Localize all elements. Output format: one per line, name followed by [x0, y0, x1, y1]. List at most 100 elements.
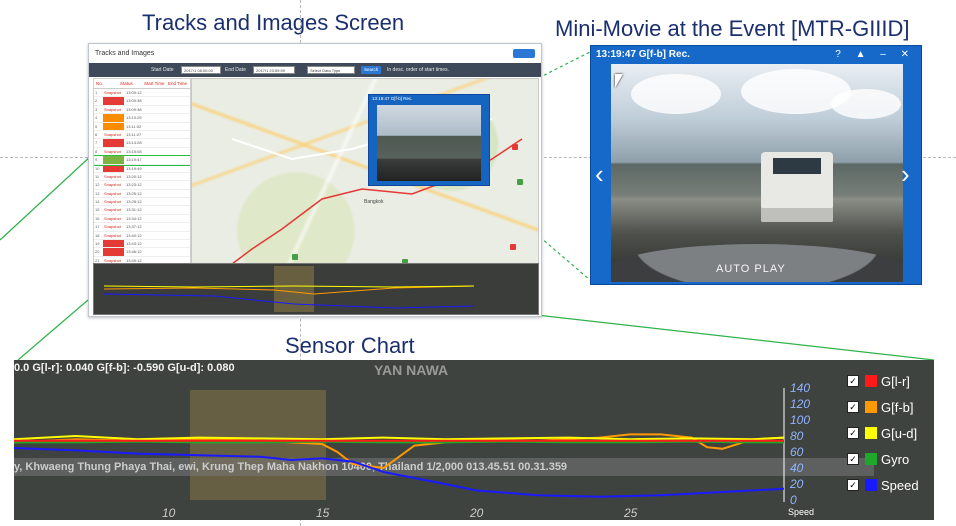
chart-legend: ✓ G[l-r] ✓ G[f-b] ✓ G[u-d] ✓ Gyro ✓ Speed: [847, 368, 932, 498]
table-row[interactable]: 10 13:19:49: [94, 164, 190, 173]
row-number: 11: [95, 173, 100, 179]
prev-arrow-icon[interactable]: ‹: [595, 161, 604, 187]
row-number: 16: [95, 215, 100, 221]
table-header-cell[interactable]: End Time: [166, 79, 190, 88]
sensor-readout: 0.0 G[l-r]: 0.040 G[f-b]: -0.590 G[u-d]:…: [14, 362, 235, 374]
mini-movie-window: 13:19:47 G[f-b] Rec. ? ▲ – ✕ ‹ › AUTO PL…: [590, 45, 922, 285]
x-tick-label: 15: [316, 506, 330, 520]
mini-sensor-chart[interactable]: [93, 263, 539, 315]
row-number: 4: [95, 115, 98, 121]
row-number: 17: [95, 224, 100, 230]
row-number: 6: [95, 131, 98, 137]
legend-label: Gyro: [881, 451, 910, 467]
window-title: Tracks and Images: [95, 50, 155, 57]
sensor-chart[interactable]: YAN NAWA y, Khwaeng Thung Phaya Thai, ew…: [14, 360, 934, 520]
row-status: Snapshot: [103, 206, 124, 214]
table-row[interactable]: 16 Snapshot 13:34:12: [94, 214, 190, 224]
row-status: Snapshot: [103, 198, 124, 206]
truck-window: [773, 158, 821, 174]
y-tick-label: 120: [790, 397, 811, 411]
legend-swatch: [865, 427, 877, 439]
legend-item[interactable]: ✓ G[u-d]: [847, 420, 932, 446]
table-row[interactable]: 1 Snapshot 13:09:12: [94, 89, 190, 98]
table-row[interactable]: 2 13:09:38: [94, 97, 190, 106]
window-controls[interactable]: ? ▲ – ✕: [835, 49, 915, 60]
end-date-input[interactable]: 2017/1 23:59:59: [253, 66, 295, 74]
legend-item[interactable]: ✓ Speed: [847, 472, 932, 498]
row-number: 12: [95, 182, 100, 188]
y-tick-label: 80: [790, 429, 804, 443]
row-number: 7: [95, 140, 98, 146]
event-pin[interactable]: [510, 244, 516, 250]
row-start-time: 13:10:25: [126, 115, 142, 121]
table-row[interactable]: 7 13:14:28: [94, 139, 190, 148]
legend-checkbox[interactable]: ✓: [847, 375, 859, 387]
event-pin[interactable]: [512, 144, 518, 150]
next-arrow-icon[interactable]: ›: [901, 161, 910, 187]
table-header-cell[interactable]: No.: [94, 79, 118, 88]
y-tick-label: 140: [790, 381, 811, 395]
table-row[interactable]: 20 13:46:12: [94, 248, 190, 257]
table-row[interactable]: 13 Snapshot 13:25:12: [94, 189, 190, 199]
row-start-time: 13:20:12: [126, 173, 142, 179]
back-button[interactable]: [513, 49, 535, 58]
mini-chart-lines: [103, 266, 475, 312]
row-number: 3: [95, 106, 98, 112]
table-row[interactable]: 5 13:11:02: [94, 122, 190, 131]
row-number: 2: [95, 98, 98, 104]
row-status: [103, 164, 124, 172]
table-row[interactable]: 6 Snapshot 13:11:27: [94, 130, 190, 140]
legend-item[interactable]: ✓ G[l-r]: [847, 368, 932, 394]
table-header-cell[interactable]: Status: [118, 79, 142, 88]
legend-label: G[f-b]: [881, 399, 914, 415]
table-row[interactable]: 11 Snapshot 13:20:12: [94, 172, 190, 182]
table-row[interactable]: 4 13:10:25: [94, 114, 190, 123]
auto-play-button[interactable]: AUTO PLAY: [716, 263, 786, 275]
y-tick-label: 100: [790, 413, 811, 427]
map-movie-popup[interactable]: 13:19:47 G[f-b] Rec.: [368, 94, 490, 186]
row-status: Snapshot: [103, 172, 124, 181]
table-row[interactable]: 3 Snapshot 13:09:38: [94, 105, 190, 115]
row-start-time: 13:14:28: [126, 140, 142, 146]
table-row[interactable]: 15 Snapshot 13:31:12: [94, 206, 190, 215]
table-row[interactable]: 9 13:19:47: [94, 155, 190, 166]
row-start-time: 13:09:38: [126, 98, 142, 104]
y-tick-label: 0: [790, 493, 797, 507]
row-number: 14: [95, 199, 100, 205]
legend-checkbox[interactable]: ✓: [847, 479, 859, 491]
search-button[interactable]: Search: [361, 66, 382, 74]
data-type-select[interactable]: Select Data Type: [307, 66, 355, 74]
legend-label: Speed: [881, 477, 919, 493]
legend-item[interactable]: ✓ G[f-b]: [847, 394, 932, 420]
row-number: 1: [95, 90, 98, 95]
table-row[interactable]: 19 13:43:12: [94, 240, 190, 249]
row-status: [103, 248, 124, 256]
row-start-time: 13:09:12: [126, 90, 142, 95]
table-row[interactable]: 8 Snapshot 13:15:08: [94, 147, 190, 157]
legend-checkbox[interactable]: ✓: [847, 401, 859, 413]
table-row[interactable]: 14 Snapshot 13:28:12: [94, 198, 190, 207]
legend-swatch: [865, 479, 877, 491]
row-status: Snapshot: [103, 181, 124, 189]
table-row[interactable]: 17 Snapshot 13:37:12: [94, 223, 190, 232]
row-number: 20: [95, 249, 100, 255]
row-status: Snapshot: [103, 231, 124, 240]
row-start-time: 13:15:08: [126, 148, 142, 154]
row-number: 9: [95, 157, 98, 163]
row-status: Snapshot: [103, 89, 124, 97]
start-date-input[interactable]: 2017/1 08:00:00: [181, 66, 221, 74]
table-row[interactable]: 12 Snapshot 13:23:12: [94, 181, 190, 190]
table-row[interactable]: 18 Snapshot 13:40:12: [94, 231, 190, 241]
event-pin[interactable]: [292, 254, 298, 260]
video-frame[interactable]: [611, 64, 903, 282]
row-status: Snapshot: [103, 105, 124, 114]
row-start-time: 13:25:12: [126, 190, 142, 196]
table-header-cell[interactable]: Start Time: [142, 79, 166, 88]
event-pin[interactable]: [517, 179, 523, 185]
legend-checkbox[interactable]: ✓: [847, 453, 859, 465]
series-line-speed: [14, 447, 785, 498]
row-start-time: 13:31:12: [126, 207, 142, 213]
legend-checkbox[interactable]: ✓: [847, 427, 859, 439]
desc-order-checkbox[interactable]: In desc. order of start times.: [387, 66, 449, 74]
legend-item[interactable]: ✓ Gyro: [847, 446, 932, 472]
